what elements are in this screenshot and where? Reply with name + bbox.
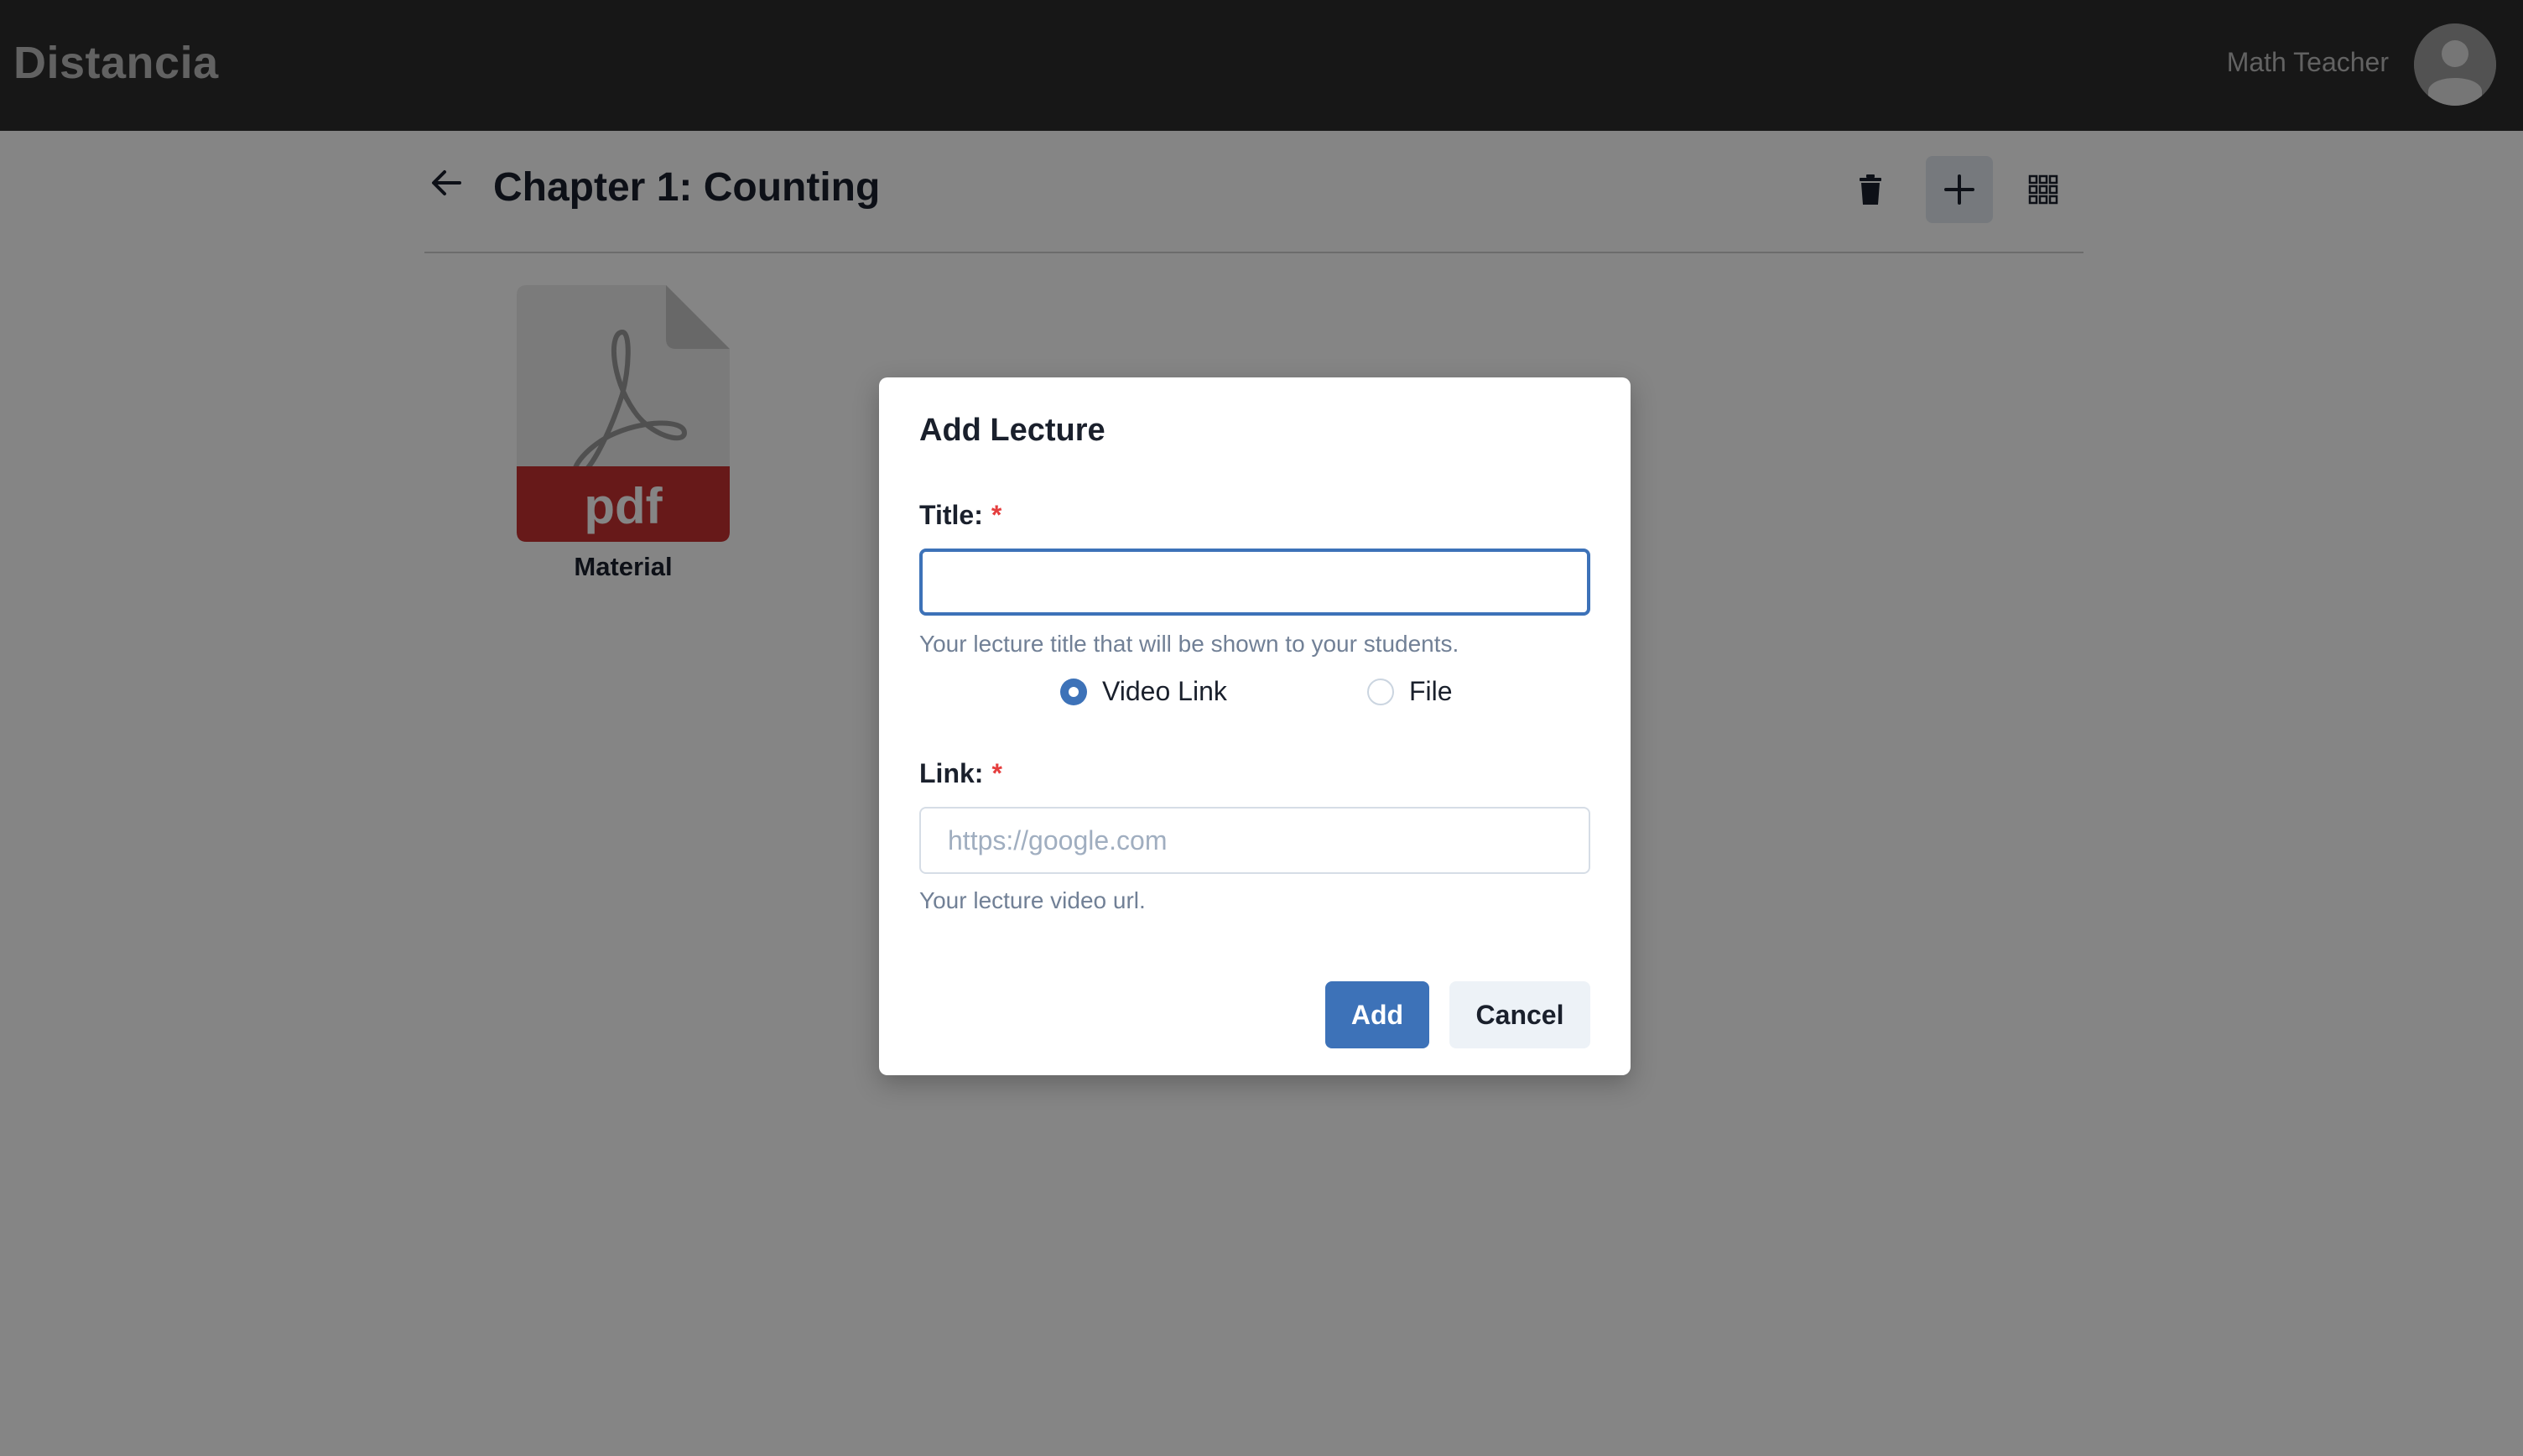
cancel-button[interactable]: Cancel <box>1449 981 1590 1048</box>
modal-title: Add Lecture <box>919 413 1105 448</box>
app-root: Distancia Math Teacher Chapter 1: Counti… <box>0 0 2523 1456</box>
title-helper-text: Your lecture title that will be shown to… <box>919 631 1459 657</box>
required-asterisk: * <box>991 500 1002 530</box>
title-field-label: Title: * <box>919 500 1001 531</box>
radio-unchecked-icon[interactable] <box>1367 678 1394 705</box>
radio-file[interactable]: File <box>1367 676 1453 707</box>
radio-video-link-label: Video Link <box>1102 676 1227 706</box>
radio-file-label: File <box>1409 676 1453 706</box>
radio-checked-icon[interactable] <box>1060 678 1087 705</box>
lecture-title-input[interactable] <box>919 549 1590 616</box>
lecture-link-input[interactable] <box>919 807 1590 874</box>
link-field-label: Link: * <box>919 758 1002 789</box>
link-label-text: Link: <box>919 758 984 788</box>
title-label-text: Title: <box>919 500 983 530</box>
link-helper-text: Your lecture video url. <box>919 887 1146 913</box>
add-button[interactable]: Add <box>1325 981 1429 1048</box>
radio-video-link[interactable]: Video Link <box>1060 676 1227 707</box>
add-lecture-modal: Add Lecture Title: * Your lecture title t… <box>879 377 1631 1075</box>
required-asterisk: * <box>991 758 1002 788</box>
